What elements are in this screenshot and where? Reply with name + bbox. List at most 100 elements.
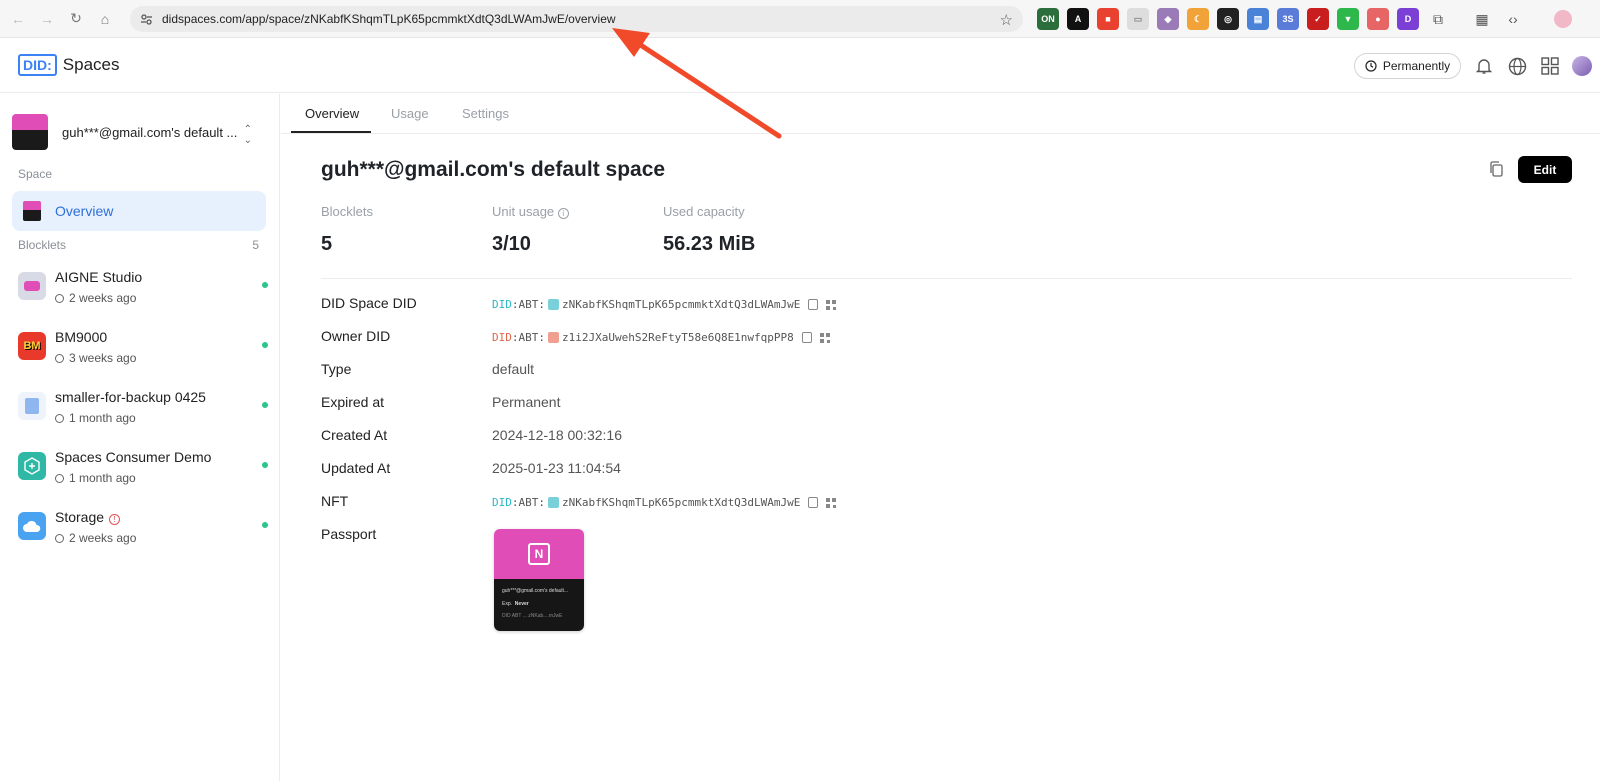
tab-overview[interactable]: Overview [305,106,359,121]
extension-3s-icon[interactable]: 3S [1277,8,1299,30]
clock-icon [1365,60,1377,72]
qr-code-icon[interactable] [819,332,830,343]
active-tab-indicator [291,131,371,133]
tab-grid-icon[interactable]: ▦ [1471,8,1493,30]
sidebar: guh***@gmail.com's default ... ⌃ ⌄ Space … [0,94,280,781]
blocklet-name: AIGNE Studio [55,269,143,285]
blocklet-item-aigne-studio[interactable]: AIGNE Studio 2 weeks ago [18,264,268,312]
type-label: Type [321,361,352,377]
warning-icon[interactable]: ! [109,514,121,525]
cloud-icon [18,512,46,540]
blocklets-section-label: Blocklets [18,238,67,252]
blocklet-updated: 3 weeks ago [55,351,136,365]
forward-icon[interactable]: → [36,8,58,30]
expired-at-label: Expired at [321,394,385,410]
expired-at-value: Permanent [492,394,561,410]
notifications-bell-icon[interactable] [1473,55,1495,77]
passport-owner: guh***@gmail.com's default... [502,588,569,594]
stat-value-unit-usage: 3/10 [492,233,531,255]
extension-window-icon[interactable]: ▭ [1127,8,1149,30]
passport-did: DID ABT ... zNKab....mJwE [502,613,563,619]
qr-code-icon[interactable] [826,299,837,310]
tab-settings[interactable]: Settings [462,106,509,121]
passport-card-header: N [494,529,584,579]
reload-icon[interactable]: ↻ [65,8,87,30]
page-title: guh***@gmail.com's default space [321,158,666,181]
sidebar-item-label: Overview [55,203,114,219]
extension-red-icon[interactable]: ■ [1097,8,1119,30]
overview-space-icon [23,201,41,221]
profile-avatar-icon[interactable] [1552,8,1574,30]
info-icon[interactable]: i [557,208,569,219]
copy-icon[interactable] [801,332,812,343]
blocklet-item-spaces-consumer-demo[interactable]: Spaces Consumer Demo 1 month ago [18,444,268,492]
did-spaces-logo[interactable]: DID: Spaces [18,54,119,76]
clock-icon [55,534,64,543]
passport-logo-icon: N [528,543,550,565]
blocklet-updated: 2 weeks ago [55,291,136,305]
extension-d-icon[interactable]: D [1397,8,1419,30]
bm9000-icon: BM [18,332,46,360]
sidebar-item-overview[interactable]: Overview [12,191,266,231]
extension-circle-icon[interactable]: ● [1367,8,1389,30]
blocklet-updated: 2 weeks ago [55,531,136,545]
copy-icon[interactable] [808,299,819,310]
clock-icon [55,414,64,423]
url-text[interactable]: didspaces.com/app/space/zNKabfKShqmTLpK6… [162,12,616,26]
back-icon[interactable]: ← [7,8,29,30]
permanently-label: Permanently [1382,59,1451,73]
extension-shield-icon[interactable]: ▼ [1337,8,1359,30]
extension-on-icon[interactable]: ON [1037,8,1059,30]
blocklet-item-bm9000[interactable]: BM BM9000 3 weeks ago [18,324,268,372]
extension-openai-icon[interactable]: ◎ [1217,8,1239,30]
updated-at-label: Updated At [321,460,391,476]
extension-check-icon[interactable]: ✓ [1307,8,1329,30]
blocklets-count: 5 [252,238,259,252]
nft-label: NFT [321,493,349,509]
home-icon[interactable]: ⌂ [94,8,116,30]
clock-icon [55,354,64,363]
blocklet-name: BM9000 [55,329,108,345]
blocklet-name: smaller-for-backup 0425 [55,389,206,405]
qr-code-icon[interactable] [826,497,837,508]
extension-fox-icon[interactable]: ◆ [1157,8,1179,30]
apps-grid-icon[interactable] [1539,55,1561,77]
space-name: guh***@gmail.com's default ... [62,124,238,140]
blocklet-item-smaller-for-backup[interactable]: smaller-for-backup 0425 1 month ago [18,384,268,432]
browser-toolbar: ← → ↻ ⌂ didspaces.com/app/space/zNKabfKS… [0,0,1600,38]
user-avatar[interactable] [1571,55,1593,77]
status-dot [262,342,268,348]
stat-label-blocklets: Blocklets [321,204,374,219]
passport-card[interactable]: N guh***@gmail.com's default... Exp. Nev… [494,529,584,631]
blocklet-updated: 1 month ago [55,471,136,485]
stat-value-used-capacity: 56.23 MiB [663,233,756,255]
logo-text: Spaces [62,55,120,74]
extension-a-icon[interactable]: A [1067,8,1089,30]
language-globe-icon[interactable] [1506,55,1528,77]
site-settings-icon[interactable] [139,12,153,26]
devtools-icon[interactable]: ‹› [1502,8,1524,30]
blocklet-item-storage[interactable]: Storage! 2 weeks ago [18,504,268,552]
extensions-puzzle-icon[interactable]: ⧉ [1427,8,1449,30]
copy-icon[interactable] [808,497,819,508]
address-bar[interactable]: didspaces.com/app/space/zNKabfKShqmTLpK6… [130,6,1023,32]
extensions-row: ON A ■ ▭ ◆ ☾ ◎ ▤ 3S ✓ ▼ ● D [1037,8,1419,30]
edit-button[interactable]: Edit [1518,156,1572,183]
space-thumbnail [12,114,48,150]
permanently-button[interactable]: Permanently [1354,53,1461,79]
hexagon-plus-icon [18,452,46,480]
tab-usage[interactable]: Usage [391,106,429,121]
space-section-label: Space [18,167,53,181]
extension-translate-icon[interactable]: ▤ [1247,8,1269,30]
extension-moon-icon[interactable]: ☾ [1187,8,1209,30]
clock-icon [55,294,64,303]
owner-did-label: Owner DID [321,328,391,344]
blocklet-name: Storage! [55,509,121,525]
space-switcher[interactable]: guh***@gmail.com's default ... ⌃ ⌄ [12,114,260,150]
divider [321,278,1572,279]
blocklet-updated: 1 month ago [55,411,136,425]
bookmark-star-icon[interactable]: ☆ [1000,11,1013,29]
updated-at-value: 2025-01-23 11:04:54 [492,460,621,476]
copy-icon[interactable] [1487,160,1505,178]
status-dot [262,402,268,408]
